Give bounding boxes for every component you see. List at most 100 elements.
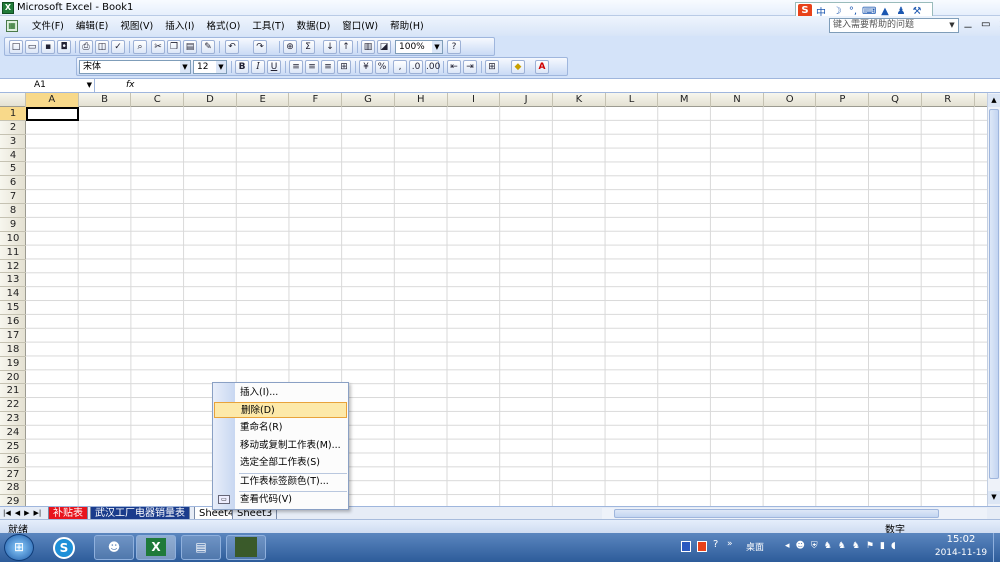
excel-taskbar-icon[interactable]: X: [136, 535, 176, 560]
open-icon[interactable]: ▭: [25, 40, 39, 54]
column-header[interactable]: P: [817, 93, 870, 107]
qq-icon[interactable]: ☻: [796, 541, 805, 551]
decrease-decimal-icon[interactable]: .00: [425, 60, 440, 74]
help-icon[interactable]: ?: [447, 40, 461, 54]
column-header[interactable]: F: [290, 93, 343, 107]
shield-icon[interactable]: ⛨: [811, 541, 818, 551]
network-icon[interactable]: ▮: [880, 541, 885, 551]
workbook-icon[interactable]: ▦: [6, 20, 18, 32]
chevron-down-icon[interactable]: ▼: [87, 79, 92, 92]
row-header[interactable]: 26: [0, 454, 26, 468]
column-header[interactable]: C: [131, 93, 185, 107]
select-all-corner[interactable]: [0, 93, 26, 107]
font-color-icon[interactable]: A: [535, 60, 549, 74]
column-header[interactable]: R: [922, 93, 975, 107]
cut-icon[interactable]: ✂: [151, 40, 165, 54]
research-icon[interactable]: ⌕: [133, 40, 147, 54]
undo-icon[interactable]: ↶: [225, 40, 239, 54]
print-preview-icon[interactable]: ◫: [95, 40, 109, 54]
menu-item-rename[interactable]: 重命名(R): [214, 420, 347, 436]
column-header[interactable]: B: [79, 93, 132, 107]
active-cell[interactable]: [26, 107, 79, 121]
chart-wizard-icon[interactable]: ▥: [361, 40, 375, 54]
drawing-icon[interactable]: ◪: [377, 40, 391, 54]
keyboard-icon[interactable]: ⌨: [862, 6, 876, 17]
shirt-icon[interactable]: ♟: [894, 6, 908, 17]
row-header[interactable]: 14: [0, 287, 26, 302]
minimize-button[interactable]: －: [963, 19, 973, 34]
menu-insert[interactable]: 插入(I): [159, 20, 200, 33]
row-header[interactable]: 20: [0, 371, 26, 385]
menu-file[interactable]: 文件(F): [26, 20, 70, 33]
flag-icon[interactable]: ⚑: [866, 541, 874, 551]
clock-time[interactable]: 15:02: [941, 534, 981, 545]
hyperlink-icon[interactable]: ⊕: [283, 40, 297, 54]
desktop-toolbar-label[interactable]: 桌面: [746, 540, 764, 553]
qq-pet-taskbar-icon[interactable]: ☻: [94, 535, 134, 560]
row-header[interactable]: 19: [0, 357, 26, 371]
chevron-down-icon[interactable]: ▼: [180, 61, 190, 73]
paste-icon[interactable]: ▤: [183, 40, 197, 54]
font-size-combo[interactable]: 12 ▼: [193, 60, 227, 74]
row-header[interactable]: 1: [0, 107, 26, 121]
row-header[interactable]: 7: [0, 190, 26, 205]
column-header[interactable]: J: [500, 93, 553, 107]
save-icon[interactable]: ▪: [41, 40, 55, 54]
name-box[interactable]: A1 ▼: [0, 79, 95, 92]
bold-button[interactable]: B: [235, 60, 249, 74]
column-header[interactable]: I: [448, 93, 501, 107]
merge-center-icon[interactable]: ⊞: [337, 60, 351, 74]
row-header[interactable]: 25: [0, 440, 26, 454]
percent-button[interactable]: %: [375, 60, 389, 74]
scroll-down-icon[interactable]: ▼: [988, 491, 1000, 504]
sogou-tray-icon[interactable]: [697, 541, 707, 552]
font-name-combo[interactable]: 宋体 ▼: [79, 60, 191, 74]
new-icon[interactable]: □: [9, 40, 23, 54]
print-icon[interactable]: ⎙: [79, 40, 93, 54]
row-header[interactable]: 27: [0, 468, 26, 482]
qq-icon-2[interactable]: ♞: [824, 541, 832, 551]
help-tray-icon[interactable]: ?: [713, 539, 718, 550]
horizontal-scrollbar[interactable]: [602, 508, 987, 519]
row-header[interactable]: 8: [0, 204, 26, 218]
copy-icon[interactable]: ❐: [167, 40, 181, 54]
align-left-icon[interactable]: ≡: [289, 60, 303, 74]
sogou-taskbar-icon[interactable]: S: [44, 535, 84, 560]
row-header[interactable]: 18: [0, 343, 26, 357]
row-header[interactable]: 5: [0, 162, 26, 177]
column-header[interactable]: H: [395, 93, 448, 107]
zoom-combo[interactable]: 100% ▼: [395, 40, 443, 54]
photo-taskbar-icon[interactable]: [226, 535, 266, 560]
column-header[interactable]: E: [237, 93, 290, 107]
redo-icon[interactable]: ↷: [253, 40, 267, 54]
row-header[interactable]: 28: [0, 481, 26, 496]
start-button[interactable]: ⊞: [4, 534, 34, 561]
borders-icon[interactable]: ⊞: [485, 60, 499, 74]
row-header[interactable]: 23: [0, 412, 26, 426]
sort-ascending-icon[interactable]: ↓: [323, 40, 337, 54]
increase-decimal-icon[interactable]: .0: [409, 60, 423, 74]
decrease-indent-icon[interactable]: ⇤: [447, 60, 461, 74]
align-center-icon[interactable]: ≡: [305, 60, 319, 74]
punctuation-icon[interactable]: °,: [846, 6, 860, 17]
row-header[interactable]: 4: [0, 149, 26, 163]
menu-data[interactable]: 数据(D): [291, 20, 337, 33]
row-header[interactable]: 21: [0, 384, 26, 399]
column-header[interactable]: Q: [869, 93, 922, 107]
qq-icon-3[interactable]: ♞: [838, 541, 846, 551]
chevron-down-icon[interactable]: ▼: [432, 41, 442, 53]
currency-icon[interactable]: ¥: [359, 60, 373, 74]
row-header[interactable]: 11: [0, 246, 26, 260]
vertical-scrollbar[interactable]: ▲ ▼: [987, 93, 1000, 506]
row-header[interactable]: 13: [0, 273, 26, 288]
column-header[interactable]: M: [658, 93, 712, 107]
help-search-input[interactable]: 键入需要帮助的问题 ▼: [829, 18, 959, 33]
row-header[interactable]: 24: [0, 426, 26, 440]
scroll-up-icon[interactable]: ▲: [988, 94, 1000, 107]
column-header[interactable]: A: [26, 93, 79, 107]
row-header[interactable]: 16: [0, 315, 26, 329]
language-icon[interactable]: [681, 541, 691, 552]
vertical-scroll-thumb[interactable]: [989, 109, 999, 479]
row-header[interactable]: 29: [0, 495, 26, 506]
italic-button[interactable]: I: [251, 60, 265, 74]
